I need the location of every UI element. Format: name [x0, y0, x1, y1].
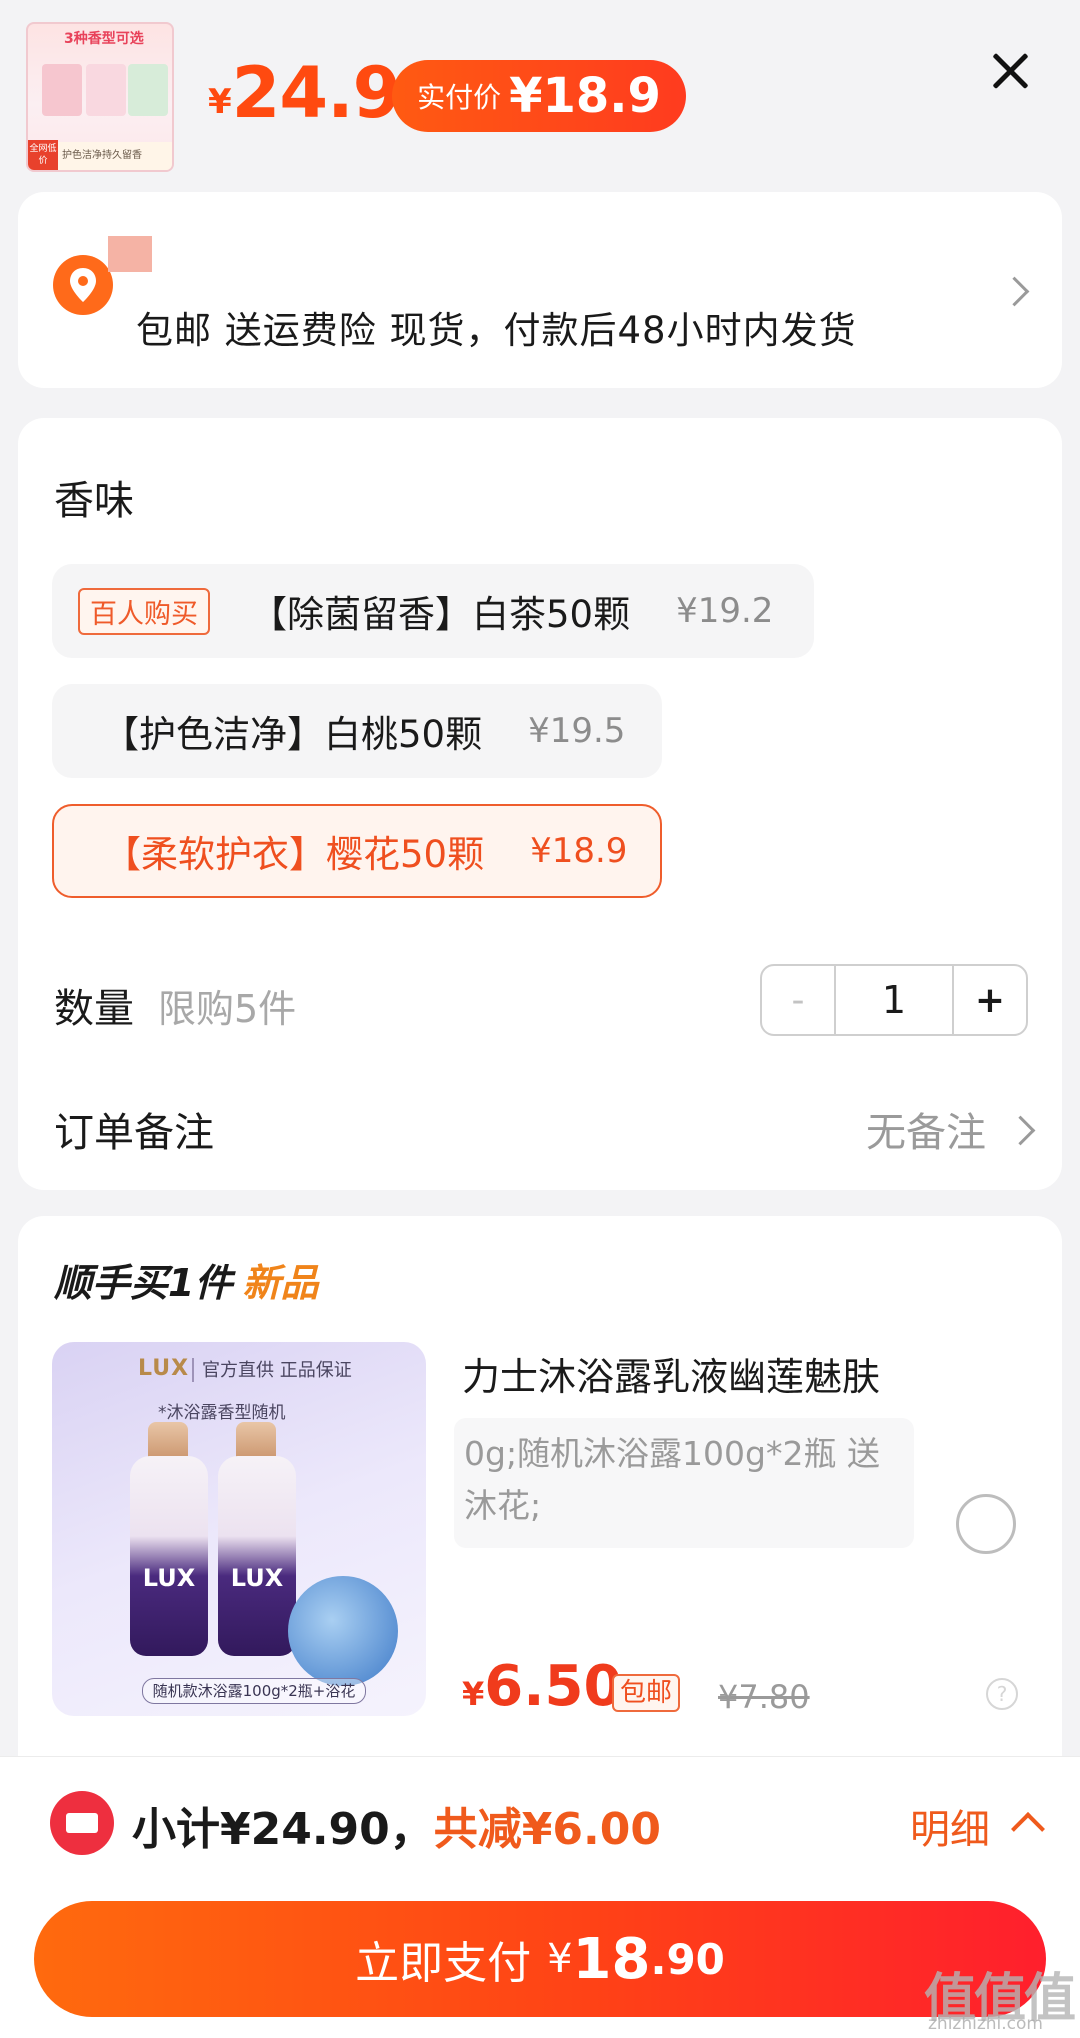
thumbnail-banner: 3种香型可选 — [64, 31, 144, 47]
options-card: 香味 百人购买 【除菌留香】白茶50颗 ¥19.2 【护色洁净】白桃50颗 ¥1… — [18, 418, 1062, 1190]
bath-puff-image — [288, 1576, 398, 1686]
image-headline: 官方直供 正品保证 — [202, 1360, 352, 1381]
price-currency: ¥ — [208, 82, 232, 122]
brand-logo: LUX — [138, 1356, 190, 1381]
divider — [192, 1358, 194, 1382]
pay-now-label: 立即支付 — [355, 1938, 532, 1989]
addon-new-tag: 新品 — [242, 1261, 319, 1305]
pack-image — [42, 64, 82, 116]
redacted-block — [108, 236, 152, 272]
order-note-value[interactable]: 无备注 — [866, 1100, 986, 1158]
quantity-input[interactable]: 1 — [836, 966, 954, 1034]
popular-badge: 百人购买 — [78, 587, 210, 635]
main-price: ¥24.9 — [208, 52, 402, 134]
product-thumbnail[interactable]: 3种香型可选 护色洁净持久留香 全网低价 — [26, 22, 174, 172]
pay-now-integer: 18 — [572, 1926, 651, 1992]
quantity-label: 数量 — [54, 986, 134, 1032]
location-pin-icon — [53, 255, 113, 315]
pack-image — [86, 64, 126, 116]
free-shipping-tag: 包邮 — [612, 1674, 681, 1712]
option-price: ¥18.9 — [530, 831, 628, 871]
chevron-right-icon — [999, 276, 1030, 307]
detail-toggle[interactable]: 明细 — [910, 1797, 990, 1855]
actual-pay-label: 实付价 — [417, 81, 502, 114]
option-price: ¥19.2 — [676, 591, 774, 631]
actual-pay-pill: 实付价 ¥18.9 — [392, 60, 686, 132]
pay-now-currency: ¥ — [547, 1936, 573, 1982]
pay-now-decimal: .90 — [650, 1934, 725, 1984]
shipping-info: 包邮 送运费险 现货，付款后48小时内发货 — [136, 309, 857, 352]
subtotal-text: 小计¥24.90， — [132, 1804, 434, 1855]
bottle-label: LUX — [230, 1564, 284, 1592]
chevron-right-icon — [1005, 1115, 1036, 1146]
addon-price-value: 6.50 — [484, 1654, 623, 1719]
addon-title-text: 顺手买1件 — [54, 1261, 233, 1305]
checkout-bar: 小计¥24.90，共减¥6.00 明细 立即支付 ¥18.90 — [0, 1756, 1080, 2038]
pay-now-button[interactable]: 立即支付 ¥18.90 — [34, 1901, 1046, 2017]
address-card[interactable]: 包邮 送运费险 现货，付款后48小时内发货 — [18, 192, 1062, 388]
scent-title: 香味 — [54, 478, 134, 524]
option-item-selected[interactable]: 【柔软护衣】樱花50颗 ¥18.9 — [52, 804, 662, 898]
pack-image — [128, 64, 168, 116]
order-note-label: 订单备注 — [54, 1110, 214, 1156]
price-value: 24.9 — [231, 52, 402, 134]
actual-pay-value: ¥18.9 — [509, 68, 661, 124]
bottle-image — [130, 1456, 208, 1656]
thumbnail-tag: 全网低价 — [28, 140, 58, 170]
quantity-stepper: - 1 + — [760, 964, 1028, 1036]
addon-product-spec[interactable]: 0g;随机沐浴露100g*2瓶 送沐花; — [454, 1418, 914, 1548]
addon-price: ¥6.50 — [462, 1654, 622, 1719]
addon-product-name[interactable]: 力士沐浴露乳液幽莲魅肤 — [462, 1346, 880, 1401]
subtotal: 小计¥24.90，共减¥6.00 — [132, 1793, 661, 1857]
sku-sheet: 3种香型可选 护色洁净持久留香 全网低价 ¥24.9 实付价 ¥18.9 包邮 … — [0, 0, 1080, 2038]
addon-product-image[interactable]: LUX 官方直供 正品保证 *沐浴露香型随机 LUX LUX 随机款沐浴露100… — [52, 1342, 426, 1716]
original-price: ¥7.80 — [718, 1678, 810, 1716]
addon-select-radio[interactable] — [956, 1494, 1016, 1554]
image-subtext: *沐浴露香型随机 — [158, 1403, 286, 1423]
addon-card: 顺手买1件 新品 LUX 官方直供 正品保证 *沐浴露香型随机 LUX LUX 随… — [18, 1216, 1062, 1816]
quantity-limit: 限购5件 — [158, 987, 297, 1031]
sheet-header: 3种香型可选 护色洁净持久留香 全网低价 ¥24.9 实付价 ¥18.9 — [0, 0, 1080, 185]
option-price: ¥19.5 — [528, 711, 626, 751]
bottle-label: LUX — [142, 1564, 196, 1592]
option-name: 【护色洁净】白桃50颗 — [102, 713, 483, 756]
help-icon[interactable]: ? — [986, 1678, 1018, 1710]
option-name: 【除菌留香】白茶50颗 — [250, 593, 631, 636]
watermark-domain: zhizhizhi.com — [928, 2014, 1043, 2034]
addon-price-currency: ¥ — [462, 1675, 485, 1713]
quantity-minus-button[interactable]: - — [762, 966, 836, 1034]
close-icon[interactable] — [982, 44, 1038, 100]
option-item[interactable]: 【护色洁净】白桃50颗 ¥19.5 — [52, 684, 662, 778]
addon-title: 顺手买1件 新品 — [54, 1252, 318, 1307]
bottle-image — [218, 1456, 296, 1656]
chevron-up-icon[interactable] — [1011, 1812, 1045, 1846]
quantity-plus-button[interactable]: + — [954, 966, 1026, 1034]
image-caption: 随机款沐浴露100g*2瓶+浴花 — [142, 1678, 366, 1704]
coupon-ticket-icon — [50, 1791, 114, 1855]
option-item[interactable]: 百人购买 【除菌留香】白茶50颗 ¥19.2 — [52, 564, 814, 658]
thumbnail-footer-text: 护色洁净持久留香 — [62, 150, 142, 161]
discount-text: 共减¥6.00 — [433, 1804, 661, 1855]
option-name: 【柔软护衣】樱花50颗 — [104, 833, 485, 876]
